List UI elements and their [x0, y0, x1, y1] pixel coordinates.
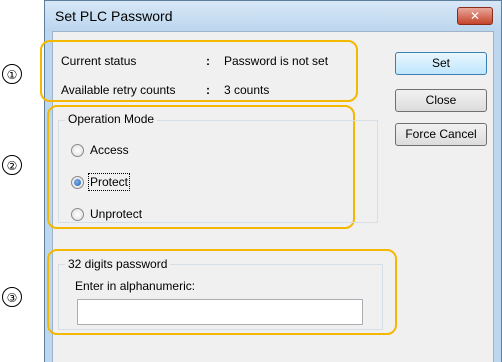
unprotect-radio[interactable] [71, 208, 84, 221]
callout-2: ② [2, 155, 22, 175]
title-bar[interactable]: Set PLC Password ✕ [45, 1, 501, 31]
password-group-title: 32 digits password [65, 257, 171, 271]
current-status-label: Current status [61, 54, 137, 68]
access-label[interactable]: Access [90, 143, 129, 157]
window-title: Set PLC Password [55, 8, 173, 24]
dialog-client-area: Current status : Password is not set Ava… [40, 31, 494, 362]
callout-3: ③ [2, 287, 22, 307]
operation-mode-title: Operation Mode [65, 112, 158, 126]
protect-radio[interactable] [71, 176, 84, 189]
force-cancel-button[interactable]: Force Cancel [395, 123, 487, 146]
current-status-separator: : [206, 54, 210, 68]
protect-label[interactable]: Protect [87, 173, 131, 191]
close-icon: ✕ [469, 9, 481, 23]
retry-count-label: Available retry counts [61, 83, 176, 97]
unprotect-label[interactable]: Unprotect [90, 207, 142, 221]
password-prompt: Enter in alphanumeric: [75, 279, 196, 293]
access-radio[interactable] [71, 144, 84, 157]
close-button[interactable]: Close [395, 89, 487, 112]
password-input[interactable] [77, 299, 363, 325]
callout-1: ① [2, 64, 22, 84]
radio-selected-dot [74, 179, 81, 186]
retry-count-value: 3 counts [224, 83, 270, 97]
retry-count-separator: : [206, 83, 210, 97]
current-status-value: Password is not set [224, 54, 329, 68]
set-plc-password-dialog: Set PLC Password ✕ Current status : Pass… [40, 0, 502, 362]
set-button[interactable]: Set [395, 52, 487, 75]
window-close-button[interactable]: ✕ [457, 7, 493, 25]
